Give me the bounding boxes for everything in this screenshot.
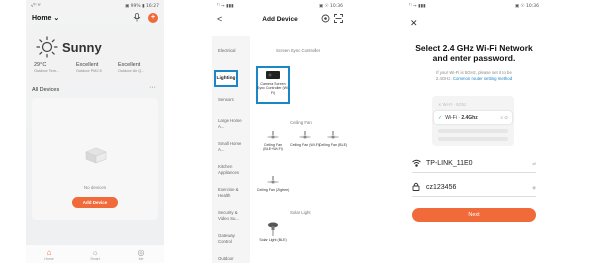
category-exercise[interactable]: Exercise & Health xyxy=(218,187,248,198)
close-icon[interactable]: ✕ xyxy=(410,18,418,29)
weather-stat: Excellent Outdoor Air Q... xyxy=(118,62,158,73)
sun-icon xyxy=(36,36,58,58)
status-left: ᵀˡ → ▮▮▮ xyxy=(409,3,426,9)
sun-icon: ☼ xyxy=(91,247,99,257)
status-right: ▣ ☉ 10:36 xyxy=(514,3,539,9)
stat-label: Outdoor PM2.5 xyxy=(76,69,102,73)
stat-value: Excellent xyxy=(118,62,141,68)
category-kitchen[interactable]: Kitchen Appliances xyxy=(218,164,248,175)
password-field[interactable]: cz123456 ◉ xyxy=(412,179,536,197)
tab-label: Me xyxy=(138,256,144,261)
section-ceiling-fan: Ceiling Fan xyxy=(290,120,312,125)
ssid-value: TP-LINK_11E0 xyxy=(426,160,473,167)
product-camera-sync[interactable]: Camera Screen Sync Controller (Wi-Fi) xyxy=(256,70,290,95)
mic-icon[interactable] xyxy=(132,13,142,23)
fan-icon xyxy=(267,131,279,139)
status-left: ᵀˡ → ▮▮▮ xyxy=(217,3,234,9)
status-right: ▣ ☉ 10:36 xyxy=(318,3,343,9)
wifi-icon xyxy=(412,159,426,169)
switch-network-icon[interactable]: ⇄ xyxy=(532,161,536,167)
stat-label: Outdoor Air Q... xyxy=(118,69,145,73)
product-label: Ceiling Fan (BLE) xyxy=(318,143,348,147)
product-fan-zigbee[interactable]: Ceiling Fan (Zigbee) xyxy=(256,176,290,192)
tab-home[interactable]: ⌂ Home xyxy=(34,248,64,261)
wifi-24-label: 2.4Ghz xyxy=(461,114,478,121)
password-value: cz123456 xyxy=(426,184,457,191)
qr-scan-icon[interactable] xyxy=(334,14,343,25)
title-line-1: Select 2.4 GHz Wi-Fi Network xyxy=(415,43,533,53)
solar-light-icon xyxy=(268,222,278,236)
add-device-button[interactable]: Add Device xyxy=(72,197,118,208)
product-fan-ble[interactable]: Ceiling Fan (BLE) xyxy=(316,131,348,147)
product-label: Camera Screen Sync Controller (Wi-Fi) xyxy=(256,82,290,95)
stat-value: Excellent xyxy=(76,62,99,68)
tab-label: Smart xyxy=(90,256,100,261)
section-solar-light: Solar Light xyxy=(290,210,311,215)
fan-icon xyxy=(299,131,311,139)
tab-label: Home xyxy=(44,256,54,261)
home-selector[interactable]: Home ⌄ xyxy=(32,14,59,22)
next-button[interactable]: Next xyxy=(412,208,536,222)
bottom-tab-bar: ⌂ Home ☼ Smart ◎ Me xyxy=(26,245,164,263)
category-sensors[interactable]: Sensors xyxy=(218,97,248,103)
empty-box-icon xyxy=(84,146,108,164)
stat-value: 29°C xyxy=(34,62,47,68)
weather-stat: Excellent Outdoor PM2.5 xyxy=(76,62,116,73)
category-gateway[interactable]: Gateway Control xyxy=(218,233,248,244)
placeholder-bar xyxy=(438,137,508,141)
router-setting-link[interactable]: Common router setting method xyxy=(453,76,512,81)
wifi-illustration: ✕ Wi-Fi · 5Ghz ✓ Wi-Fi · 2.4Ghz ≡ ⊙ xyxy=(432,96,514,146)
lock-icon xyxy=(412,182,426,193)
placeholder-bar xyxy=(438,129,508,133)
category-electrical[interactable]: Electrical xyxy=(218,48,248,54)
product-label: Solar Light (BLE) xyxy=(259,238,287,242)
title-line-2: and enter password. xyxy=(432,53,516,63)
home-icon: ⌂ xyxy=(46,247,52,257)
camera-icon xyxy=(266,71,280,79)
scan-icon[interactable] xyxy=(321,14,330,25)
fan-icon xyxy=(267,176,279,184)
category-security[interactable]: Security & Video Su... xyxy=(218,210,248,221)
section-screen-sync: Screen Sync Controller xyxy=(276,48,321,53)
stat-label: Outdoor Tem... xyxy=(34,69,60,73)
product-solar-ble[interactable]: Solar Light (BLE) xyxy=(256,222,290,242)
no-devices-text: No devices xyxy=(83,185,107,190)
add-device-screen: ᵀˡ → ▮▮▮ ▣ ☉ 10:36 < Add Device Electric… xyxy=(212,0,348,263)
fan-icon xyxy=(327,131,339,139)
status-left: √ᵀˡ ᵂ xyxy=(31,3,41,9)
product-fan-ble-wifi[interactable]: Ceiling Fan (BLE+Wi-Fi) xyxy=(256,131,290,152)
me-icon: ◎ xyxy=(137,247,145,257)
weather-stat: 29°C Outdoor Tem... xyxy=(34,62,74,73)
eye-icon[interactable]: ◉ xyxy=(532,185,536,191)
wifi-5g-row: ✕ Wi-Fi · 5Ghz xyxy=(438,102,467,107)
wifi-24g-row: ✓ Wi-Fi · 2.4Ghz ≡ ⊙ xyxy=(434,111,512,124)
tab-smart[interactable]: ☼ Smart xyxy=(80,248,110,261)
all-devices-tab[interactable]: All Devices xyxy=(32,87,59,93)
category-outdoor[interactable]: Outdoor xyxy=(218,256,248,262)
ssid-field[interactable]: TP-LINK_11E0 ⇄ xyxy=(412,155,536,173)
add-icon[interactable]: + xyxy=(148,13,158,23)
category-small-home[interactable]: Small Home A... xyxy=(218,141,248,152)
check-icon: ✓ xyxy=(438,114,443,121)
more-icon[interactable]: ··· xyxy=(149,84,156,91)
wifi-24-prefix: Wi-Fi · xyxy=(445,114,460,121)
status-right: ▣ 99% ▮ 16:27 xyxy=(125,3,159,9)
instruction-text: If your Wi-Fi is 5GHz, please set it to … xyxy=(410,70,538,81)
category-large-home[interactable]: Large Home A... xyxy=(218,118,248,129)
product-label: Ceiling Fan (Zigbee) xyxy=(256,188,290,192)
tab-me[interactable]: ◎ Me xyxy=(126,248,156,261)
status-bar: √ᵀˡ ᵂ ▣ 99% ▮ 16:27 xyxy=(26,0,164,12)
wifi-signal-icon: ≡ ⊙ xyxy=(500,114,508,120)
home-screen: √ᵀˡ ᵂ ▣ 99% ▮ 16:27 Home ⌄ + Sunny 29°C … xyxy=(26,0,164,263)
category-lighting[interactable]: Lighting xyxy=(214,70,238,87)
product-label: Ceiling Fan (BLE+Wi-Fi) xyxy=(263,143,283,152)
weather-label: Sunny xyxy=(62,40,102,55)
page-title: Select 2.4 GHz Wi-Fi Network and enter p… xyxy=(404,43,544,63)
status-bar: ᵀˡ → ▮▮▮ ▣ ☉ 10:36 xyxy=(404,0,544,12)
wifi-setup-screen: ᵀˡ → ▮▮▮ ▣ ☉ 10:36 ✕ Select 2.4 GHz Wi-F… xyxy=(404,0,544,263)
status-bar: ᵀˡ → ▮▮▮ ▣ ☉ 10:36 xyxy=(212,0,348,12)
instruction-line-2: 2.4GHz. xyxy=(435,75,452,81)
